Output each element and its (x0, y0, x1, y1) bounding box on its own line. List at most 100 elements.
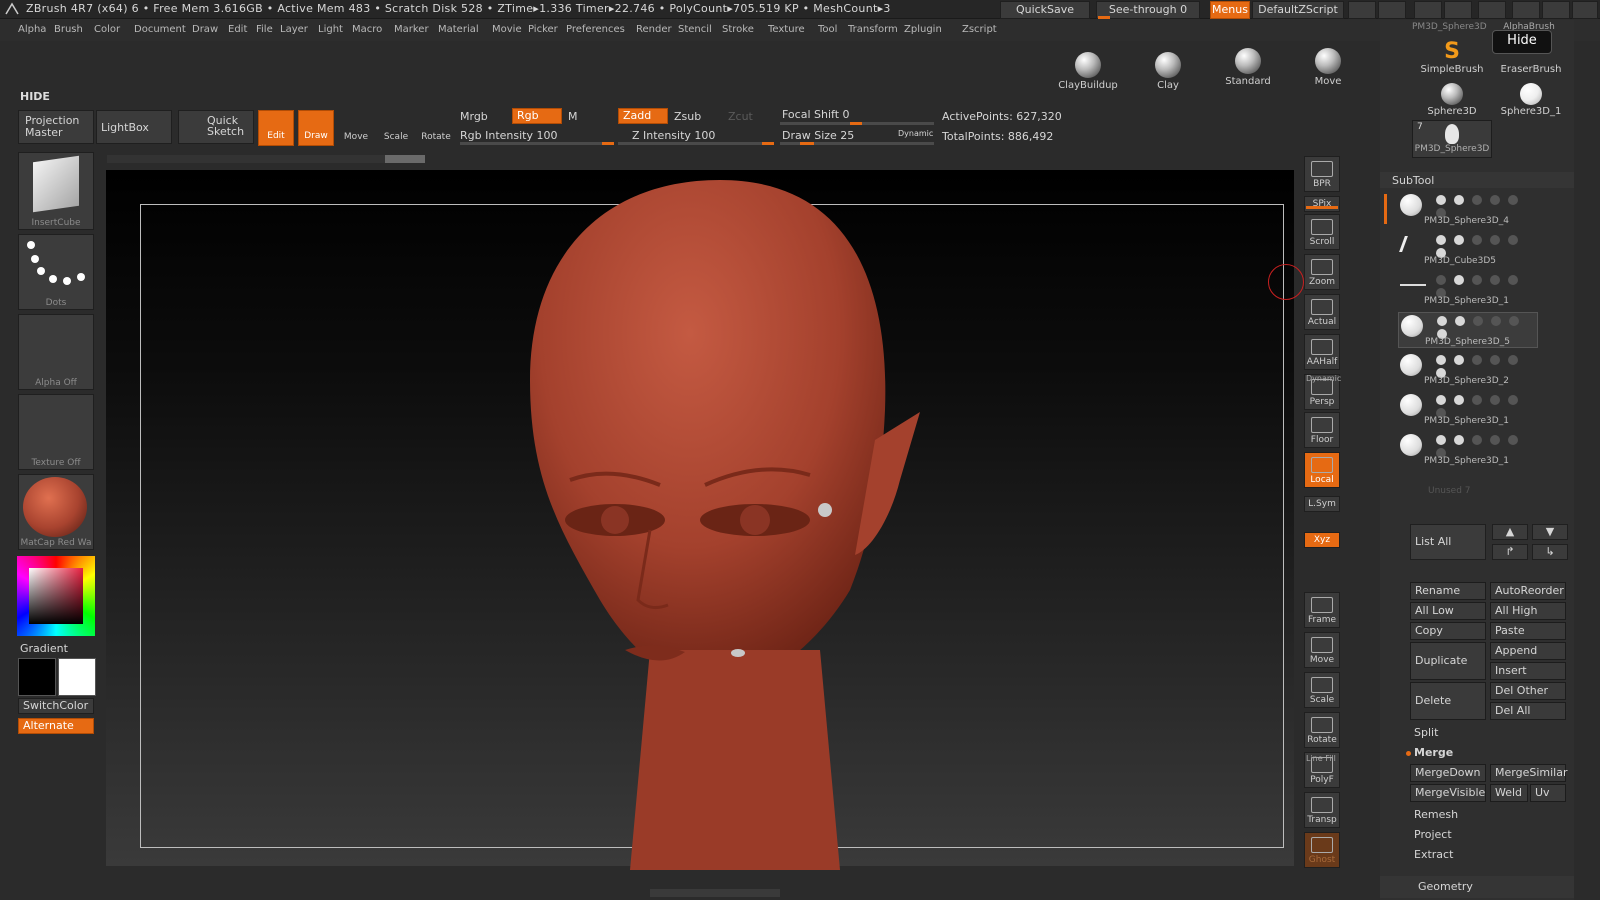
subtool-item[interactable]: PM3D_Sphere3D_1 (1398, 272, 1538, 308)
subtool-item[interactable]: PM3D_Sphere3D_1 (1398, 432, 1538, 468)
right-transp-button[interactable]: Transp (1304, 792, 1340, 828)
lock-icon[interactable] (1478, 1, 1506, 19)
rotate-button[interactable]: Rotate (418, 110, 454, 146)
menus-button[interactable]: Menus (1210, 1, 1250, 19)
subtool-toggle-icon[interactable] (1436, 395, 1446, 405)
scrollbar-thumb[interactable] (385, 155, 425, 163)
menu-light[interactable]: Light (318, 24, 343, 35)
close-icon[interactable] (1572, 1, 1598, 19)
subtool-toggle-icon[interactable] (1436, 435, 1446, 445)
subtool-toggle-icon[interactable] (1490, 435, 1500, 445)
subtool-toggle-icon[interactable] (1491, 316, 1501, 326)
subtool-toggle-icon[interactable] (1508, 355, 1518, 365)
move-right-arrow-icon[interactable]: ↱ (1492, 544, 1528, 560)
lightbox-button[interactable]: LightBox (96, 110, 172, 144)
quicksave-button[interactable]: QuickSave (1000, 1, 1090, 19)
subtool-toggles[interactable] (1436, 195, 1540, 218)
default-zscript-button[interactable]: DefaultZScript (1252, 1, 1344, 19)
delete-button[interactable]: Delete (1410, 682, 1486, 720)
material-slot[interactable]: MatCap Red Wa (18, 474, 94, 550)
right-local-button[interactable]: Local (1304, 452, 1340, 488)
menu-zplugin[interactable]: Zplugin (904, 24, 942, 35)
duplicate-button[interactable]: Duplicate (1410, 642, 1486, 680)
subtool-item[interactable]: PM3D_Sphere3D_1 (1398, 392, 1538, 428)
menu-texture[interactable]: Texture (768, 24, 805, 35)
subtool-toggles[interactable] (1436, 235, 1540, 258)
sculpted-head-model[interactable] (520, 180, 940, 870)
menu-color[interactable]: Color (94, 24, 120, 35)
rgb-button[interactable]: Rgb (512, 108, 562, 124)
move-down-arrow-icon[interactable]: ▼ (1532, 524, 1568, 540)
right-spix-button[interactable]: SPix (1304, 196, 1340, 212)
subtool-toggle-icon[interactable] (1437, 316, 1447, 326)
menu-macro[interactable]: Macro (352, 24, 382, 35)
right-bpr-button[interactable]: BPR (1304, 156, 1340, 192)
bottom-collapse-handle[interactable] (650, 889, 780, 897)
color-picker-square[interactable] (29, 568, 83, 624)
layout-swap-icon[interactable] (1414, 1, 1442, 19)
subtool-toggle-icon[interactable] (1436, 275, 1446, 285)
right-aahalf-button[interactable]: AAHalf (1304, 334, 1340, 370)
rgb-intensity-slider[interactable]: Rgb Intensity 100 (460, 129, 557, 142)
subtool-title[interactable]: SubTool (1392, 174, 1434, 187)
split-submenu[interactable]: Split (1414, 726, 1438, 739)
zadd-button[interactable]: Zadd (618, 108, 668, 124)
subtool-toggle-icon[interactable] (1472, 435, 1482, 445)
m-button[interactable]: M (568, 110, 578, 123)
paste-button[interactable]: Paste (1490, 622, 1566, 640)
right-rotate-button[interactable]: Rotate (1304, 712, 1340, 748)
subtool-toggle-icon[interactable] (1455, 316, 1465, 326)
focal-shift-slider[interactable]: Focal Shift 0 (782, 108, 850, 121)
subtool-toggles[interactable] (1436, 355, 1540, 378)
subtool-toggle-icon[interactable] (1508, 435, 1518, 445)
eraserbrush-thumb[interactable]: EraserBrush (1494, 64, 1568, 80)
subtool-toggle-icon[interactable] (1490, 235, 1500, 245)
extract-submenu[interactable]: Extract (1414, 848, 1453, 861)
geometry-title[interactable]: Geometry (1418, 880, 1473, 893)
dots-stroke[interactable]: Dots (18, 234, 94, 310)
subtool-toggle-icon[interactable] (1436, 355, 1446, 365)
weld-button[interactable]: Weld (1490, 784, 1528, 802)
insertcube-tool[interactable]: InsertCube (18, 152, 94, 230)
del-all-button[interactable]: Del All (1490, 702, 1566, 720)
menu-preferences[interactable]: Preferences (566, 24, 625, 35)
dynamic-toggle[interactable]: Dynamic (898, 129, 933, 138)
draw-size-slider[interactable]: Draw Size 25 (782, 129, 854, 142)
menu-stroke[interactable]: Stroke (722, 24, 754, 35)
menu-file[interactable]: File (256, 24, 273, 35)
layout-prev-icon[interactable] (1348, 1, 1376, 19)
subtool-toggle-icon[interactable] (1472, 395, 1482, 405)
alternate-button[interactable]: Alternate (18, 718, 94, 734)
menu-stencil[interactable]: Stencil (678, 24, 712, 35)
menu-marker[interactable]: Marker (394, 24, 429, 35)
sphere3d-thumb[interactable]: Sphere3D (1412, 82, 1492, 120)
right-scale-button[interactable]: Scale (1304, 672, 1340, 708)
autoreorder-button[interactable]: AutoReorder (1490, 582, 1566, 600)
move-up-arrow-icon[interactable]: ▲ (1492, 524, 1528, 540)
gradient-label[interactable]: Gradient (20, 642, 68, 655)
all-low-button[interactable]: All Low (1410, 602, 1486, 620)
subtool-toggle-icon[interactable] (1472, 275, 1482, 285)
subtool-toggle-icon[interactable] (1508, 195, 1518, 205)
subtool-item[interactable]: PM3D_Sphere3D_2 (1398, 352, 1538, 388)
secondary-color-swatch[interactable] (58, 658, 96, 696)
shelf-brush-move[interactable]: Move (1296, 44, 1360, 94)
rename-button[interactable]: Rename (1410, 582, 1486, 600)
right-frame-button[interactable]: Frame (1304, 592, 1340, 628)
see-through-slider[interactable]: See-through 0 (1096, 1, 1200, 19)
subtool-toggle-icon[interactable] (1490, 355, 1500, 365)
shelf-brush-clay[interactable]: Clay (1136, 48, 1200, 98)
mrgb-button[interactable]: Mrgb (460, 110, 488, 123)
subtool-toggle-icon[interactable] (1472, 235, 1482, 245)
subtool-toggle-icon[interactable] (1490, 395, 1500, 405)
subtool-toggle-icon[interactable] (1436, 235, 1446, 245)
subtool-toggle-icon[interactable] (1454, 355, 1464, 365)
subtool-item[interactable]: PM3D_Cube3D5 (1398, 232, 1538, 268)
menu-picker[interactable]: Picker (528, 24, 558, 35)
mergesimilar-button[interactable]: MergeSimilar (1490, 764, 1567, 782)
remesh-submenu[interactable]: Remesh (1414, 808, 1458, 821)
menu-draw[interactable]: Draw (192, 24, 218, 35)
menu-transform[interactable]: Transform (848, 24, 898, 35)
projection-master-button[interactable]: Projection Master (18, 110, 94, 144)
move-button[interactable]: Move (338, 110, 374, 146)
